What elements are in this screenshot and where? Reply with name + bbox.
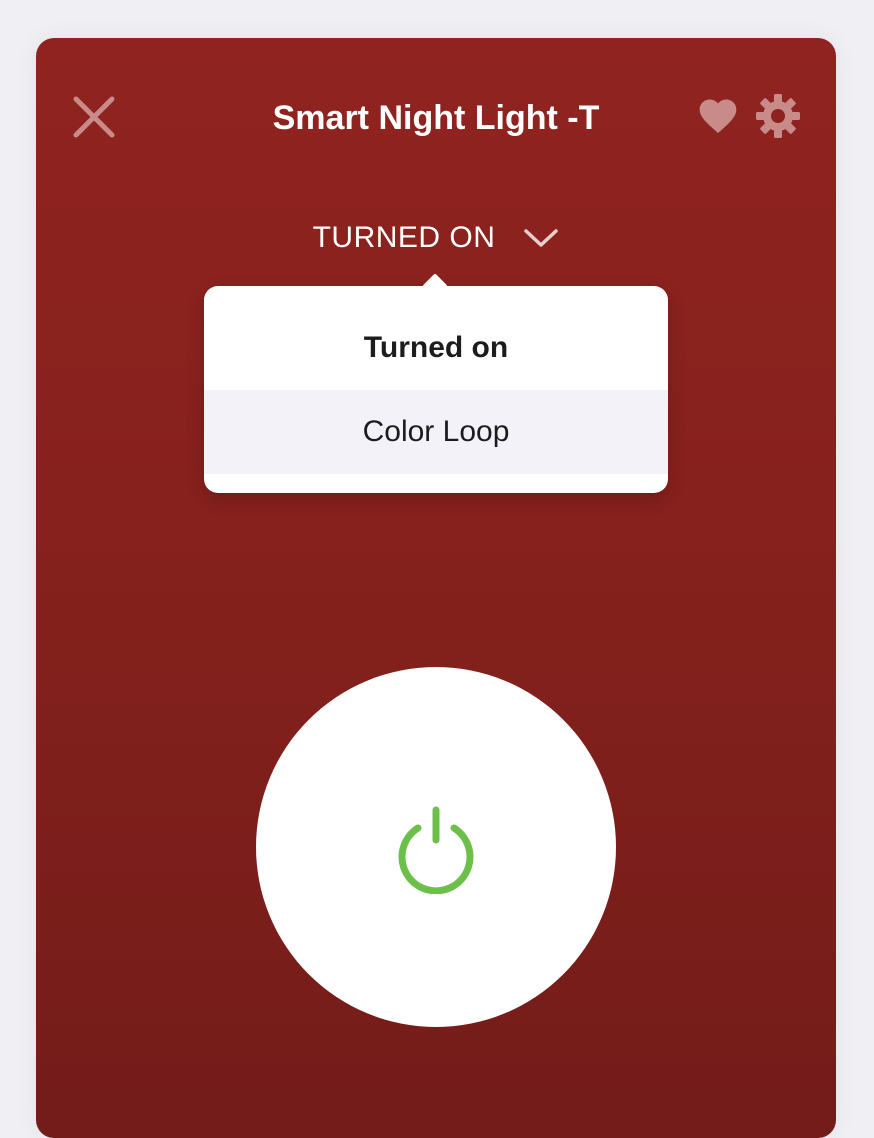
settings-button[interactable] — [754, 92, 802, 140]
heart-icon — [699, 99, 737, 134]
mode-selector[interactable]: TURNED ON — [36, 216, 836, 260]
mode-option-turned-on[interactable]: Turned on — [204, 306, 668, 390]
power-button[interactable] — [256, 667, 616, 1027]
power-icon — [398, 806, 474, 894]
gear-icon — [756, 94, 800, 138]
mode-dropdown: Turned on Color Loop — [204, 273, 668, 493]
favorite-button[interactable] — [696, 94, 740, 138]
mode-label: TURNED ON — [312, 221, 496, 254]
chevron-down-icon — [524, 229, 559, 247]
device-panel: Smart Night Light -T TURNED ON Turned on… — [36, 38, 836, 1138]
mode-option-color-loop[interactable]: Color Loop — [204, 390, 668, 474]
dropdown-arrow — [422, 273, 448, 299]
